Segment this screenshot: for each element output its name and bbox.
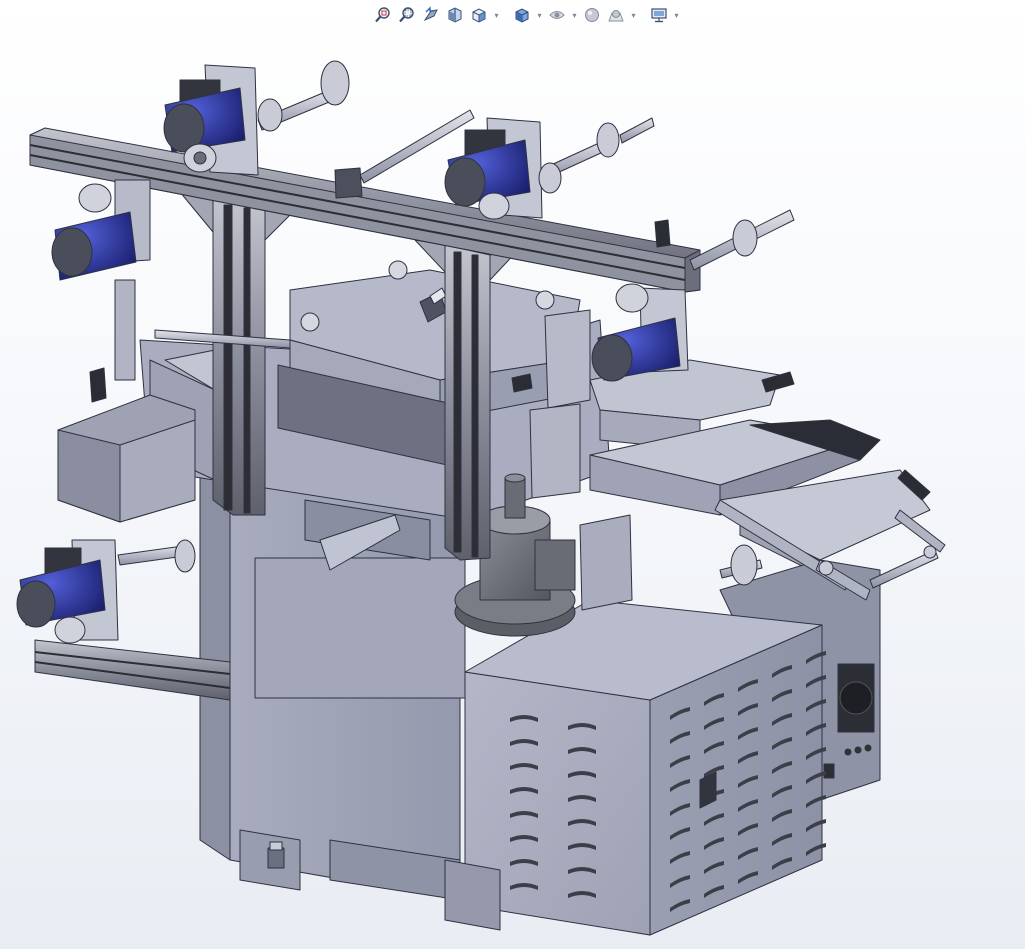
apply-scene-dropdown[interactable]: ▾ bbox=[629, 4, 638, 26]
apply-scene-icon bbox=[608, 10, 624, 22]
left-gear-housing bbox=[57, 394, 196, 523]
zoom-to-fit-icon bbox=[375, 7, 390, 23]
motor-bottom-left bbox=[16, 539, 119, 644]
view-settings-icon bbox=[651, 8, 667, 23]
zoom-to-fit-button[interactable] bbox=[372, 4, 394, 26]
section-view-icon bbox=[448, 7, 462, 23]
display-style-button[interactable] bbox=[511, 4, 533, 26]
edit-appearance-icon bbox=[585, 8, 599, 22]
feed-table bbox=[589, 359, 931, 576]
motor-right bbox=[591, 283, 689, 382]
handle-top bbox=[654, 219, 671, 248]
electrical-cabinet bbox=[444, 599, 826, 936]
view-orientation-dropdown[interactable]: ▾ bbox=[492, 4, 501, 26]
mounting-plate bbox=[579, 514, 633, 611]
heads-up-view-toolbar: ▾ ▾ ▾ ▾ ▾ bbox=[372, 2, 681, 28]
view-orientation-button[interactable] bbox=[468, 4, 490, 26]
view-settings-button[interactable] bbox=[648, 4, 670, 26]
zoom-to-area-button[interactable] bbox=[396, 4, 418, 26]
display-style-dropdown[interactable]: ▾ bbox=[535, 4, 544, 26]
previous-view-icon bbox=[423, 6, 438, 22]
die-cutting-machine-model[interactable] bbox=[0, 30, 1025, 949]
view-settings-dropdown[interactable]: ▾ bbox=[672, 4, 681, 26]
hide-show-items-icon bbox=[549, 11, 565, 19]
hide-show-items-dropdown[interactable]: ▾ bbox=[570, 4, 579, 26]
edit-appearance-button[interactable] bbox=[581, 4, 603, 26]
apply-scene-button[interactable] bbox=[605, 4, 627, 26]
display-style-icon bbox=[515, 8, 529, 23]
handle-left bbox=[89, 367, 107, 403]
previous-view-button[interactable] bbox=[420, 4, 442, 26]
beam-clamp bbox=[334, 167, 363, 199]
section-view-button[interactable] bbox=[444, 4, 466, 26]
view-orientation-icon bbox=[472, 8, 486, 23]
zoom-to-area-icon bbox=[399, 7, 414, 23]
graphics-area[interactable] bbox=[0, 30, 1025, 949]
motor-top-center bbox=[444, 117, 562, 220]
hide-show-items-button[interactable] bbox=[546, 4, 568, 26]
